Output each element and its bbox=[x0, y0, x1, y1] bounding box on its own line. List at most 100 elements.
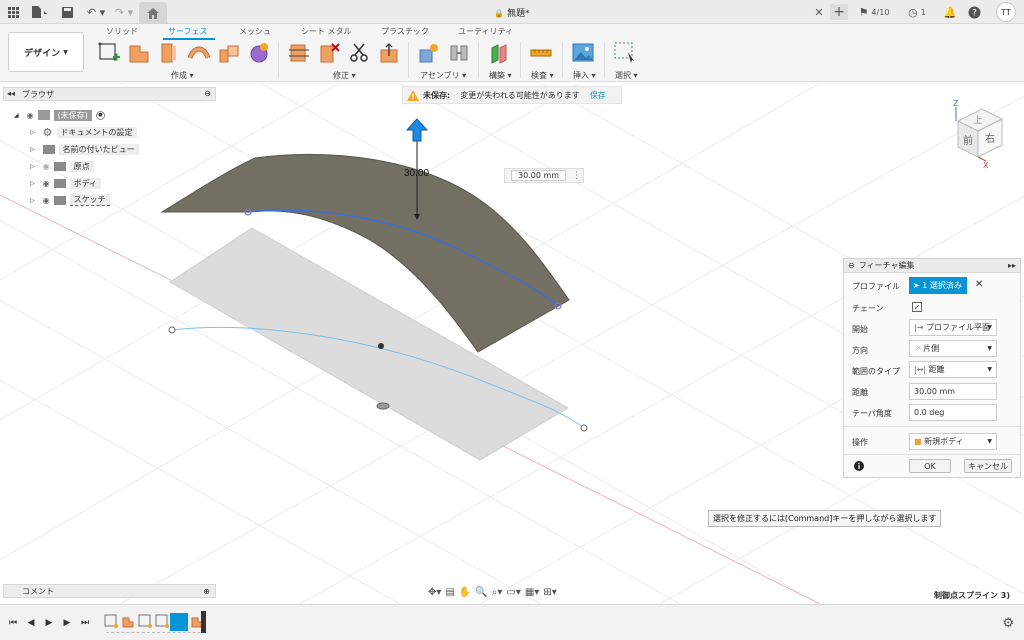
tab-surface[interactable]: サーフェス bbox=[168, 26, 208, 37]
file-menu-icon[interactable] bbox=[30, 4, 50, 20]
job-status[interactable]: ⚑ 4/10 bbox=[856, 4, 892, 20]
grid-settings-icon[interactable]: ▦▾ bbox=[525, 587, 539, 598]
visibility-eye-icon[interactable]: ◉ bbox=[43, 196, 50, 205]
panel-header[interactable]: ⊖ フィーチャ編集 ▸▸ bbox=[844, 259, 1020, 273]
distance-field[interactable]: 30.00 mm bbox=[909, 383, 997, 400]
spline-control-point[interactable] bbox=[378, 343, 384, 349]
assemble-group-label[interactable]: アセンブリ ▾ bbox=[420, 70, 466, 81]
play-icon[interactable]: ▶ bbox=[43, 617, 55, 629]
look-at-icon[interactable]: ▤ bbox=[445, 587, 454, 598]
add-comment-icon[interactable]: ⊕ bbox=[203, 587, 210, 596]
select-group-label[interactable]: 選択 ▾ bbox=[615, 70, 638, 81]
tab-sheet-metal[interactable]: シート メタル bbox=[301, 26, 352, 37]
timeline-active-feature[interactable] bbox=[170, 613, 188, 631]
tab-mesh[interactable]: メッシュ bbox=[239, 26, 271, 37]
timeline-extrude-item[interactable] bbox=[121, 614, 135, 628]
visibility-eye-icon[interactable]: ◉ bbox=[43, 179, 50, 188]
insert-image-icon[interactable] bbox=[572, 42, 594, 64]
cancel-button[interactable]: キャンセル bbox=[964, 459, 1012, 473]
viewports-icon[interactable]: ⊞▾ bbox=[543, 587, 556, 598]
browser-item-sketches[interactable]: ▷ ◉ スケッチ bbox=[30, 193, 110, 207]
offset-plane-icon[interactable] bbox=[488, 42, 510, 64]
patch-surface-icon[interactable] bbox=[248, 42, 270, 64]
expand-triangle-icon[interactable]: ▷ bbox=[30, 197, 35, 204]
timeline-sketch-item[interactable] bbox=[155, 614, 169, 628]
joint-icon[interactable] bbox=[448, 42, 470, 64]
visibility-eye-icon[interactable]: ◉ bbox=[43, 162, 50, 171]
close-tab-icon[interactable]: ✕ bbox=[813, 4, 825, 20]
chain-checkbox[interactable]: ✓ bbox=[912, 302, 922, 312]
extent-type-dropdown[interactable]: |↔| 距離 ▼ bbox=[909, 361, 997, 378]
spline-control-point[interactable] bbox=[580, 424, 588, 432]
collapse-icon[interactable]: ⊖ bbox=[848, 261, 855, 270]
revolve-surface-icon[interactable] bbox=[158, 42, 180, 64]
timeline-sketch-item[interactable] bbox=[104, 614, 118, 628]
split-scissors-icon[interactable] bbox=[348, 42, 370, 64]
expand-triangle-icon[interactable]: ▷ bbox=[30, 129, 35, 136]
help-icon[interactable]: ? bbox=[966, 4, 982, 20]
tab-utility[interactable]: ユーティリティ bbox=[458, 26, 513, 37]
measure-icon[interactable] bbox=[530, 42, 552, 64]
taper-angle-field[interactable]: 0.0 deg bbox=[909, 404, 997, 421]
construct-group-label[interactable]: 構築 ▾ bbox=[489, 70, 512, 81]
start-dropdown[interactable]: |→ プロファイル平面 ▼ bbox=[909, 319, 997, 336]
workspace-switcher-button[interactable]: デザイン ▼ bbox=[8, 32, 84, 72]
sweep-surface-icon[interactable] bbox=[188, 42, 210, 64]
panel-options-icon[interactable]: ⊖ bbox=[204, 89, 211, 98]
browser-item-named-views[interactable]: ▷ 名前の付いたビュー bbox=[30, 142, 139, 156]
dimension-value-label[interactable]: 30.00 bbox=[404, 168, 429, 179]
create-group-label[interactable]: 作成 ▾ bbox=[171, 70, 194, 81]
redo-icon[interactable]: ↷ ▾ bbox=[112, 4, 136, 20]
insert-group-label[interactable]: 挿入 ▾ bbox=[573, 70, 596, 81]
home-tab[interactable] bbox=[139, 2, 167, 24]
ok-button[interactable]: OK bbox=[909, 459, 951, 473]
drag-arrow-manipulator-icon[interactable] bbox=[405, 118, 429, 142]
visibility-eye-icon[interactable]: ◉ bbox=[27, 111, 34, 120]
extrude-surface-icon[interactable] bbox=[128, 42, 150, 64]
tab-plastic[interactable]: プラスチック bbox=[381, 26, 429, 37]
operation-dropdown[interactable]: ■ 新規ボディ ▼ bbox=[909, 433, 997, 450]
select-window-icon[interactable] bbox=[614, 42, 636, 64]
comments-panel-header[interactable]: コメント ⊕ bbox=[3, 584, 216, 598]
timeline-sketch-item[interactable] bbox=[138, 614, 152, 628]
browser-item-origin[interactable]: ▷ ◉ 原点 bbox=[30, 159, 94, 173]
browser-root-item[interactable]: ◢ ◉ (未保存) ● bbox=[14, 108, 105, 122]
expand-triangle-icon[interactable]: ◢ bbox=[14, 112, 19, 119]
undo-icon[interactable]: ↶ ▾ bbox=[84, 4, 108, 20]
create-sketch-icon[interactable] bbox=[98, 42, 120, 64]
timeline-settings-gear-icon[interactable]: ⚙ bbox=[1002, 616, 1014, 631]
trim-icon[interactable] bbox=[288, 42, 310, 64]
inspect-group-label[interactable]: 検査 ▾ bbox=[531, 70, 554, 81]
zoom-icon[interactable]: 🔍 bbox=[475, 587, 487, 598]
step-forward-icon[interactable]: ▶ bbox=[61, 617, 73, 629]
expand-triangle-icon[interactable]: ▷ bbox=[30, 180, 35, 187]
tab-solid[interactable]: ソリッド bbox=[106, 26, 138, 37]
new-tab-icon[interactable]: + bbox=[830, 4, 848, 20]
browser-panel-header[interactable]: ◂◂ ブラウザ ⊖ bbox=[3, 87, 216, 101]
notification-bell-icon[interactable]: 🔔 bbox=[943, 4, 957, 20]
expand-triangle-icon[interactable]: ▷ bbox=[30, 163, 35, 170]
save-link[interactable]: 保存 bbox=[590, 90, 606, 101]
collapse-panel-icon[interactable]: ◂◂ bbox=[7, 89, 15, 98]
profile-selection-button[interactable]: ➤ 1 選択済み bbox=[909, 277, 967, 294]
app-grid-icon[interactable] bbox=[6, 4, 20, 20]
save-icon[interactable] bbox=[60, 4, 74, 20]
info-icon[interactable] bbox=[854, 461, 864, 471]
spline-control-point[interactable] bbox=[168, 326, 176, 334]
avatar[interactable]: TT bbox=[996, 2, 1016, 22]
expand-panel-icon[interactable]: ▸▸ bbox=[1008, 261, 1016, 270]
zoom-window-icon[interactable]: ⌕▾ bbox=[492, 587, 503, 598]
distance-heads-up-input[interactable]: 30.00 mm ⋮ bbox=[504, 168, 584, 183]
step-back-icon[interactable]: ◀ bbox=[25, 617, 37, 629]
loft-surface-icon[interactable] bbox=[218, 42, 240, 64]
delete-face-icon[interactable] bbox=[318, 42, 340, 64]
spline-handle[interactable] bbox=[376, 402, 390, 410]
clear-selection-icon[interactable]: ✕ bbox=[975, 279, 983, 290]
activate-radio-icon[interactable]: ● bbox=[95, 110, 105, 120]
display-settings-icon[interactable]: ▭▾ bbox=[506, 587, 520, 598]
new-component-icon[interactable] bbox=[418, 42, 440, 64]
expand-triangle-icon[interactable]: ▷ bbox=[30, 146, 35, 153]
orbit-icon[interactable]: ✥▾ bbox=[428, 587, 441, 598]
more-options-icon[interactable]: ⋮ bbox=[572, 171, 581, 181]
browser-item-document-settings[interactable]: ▷ ⚙ ドキュメントの設定 bbox=[30, 125, 137, 139]
